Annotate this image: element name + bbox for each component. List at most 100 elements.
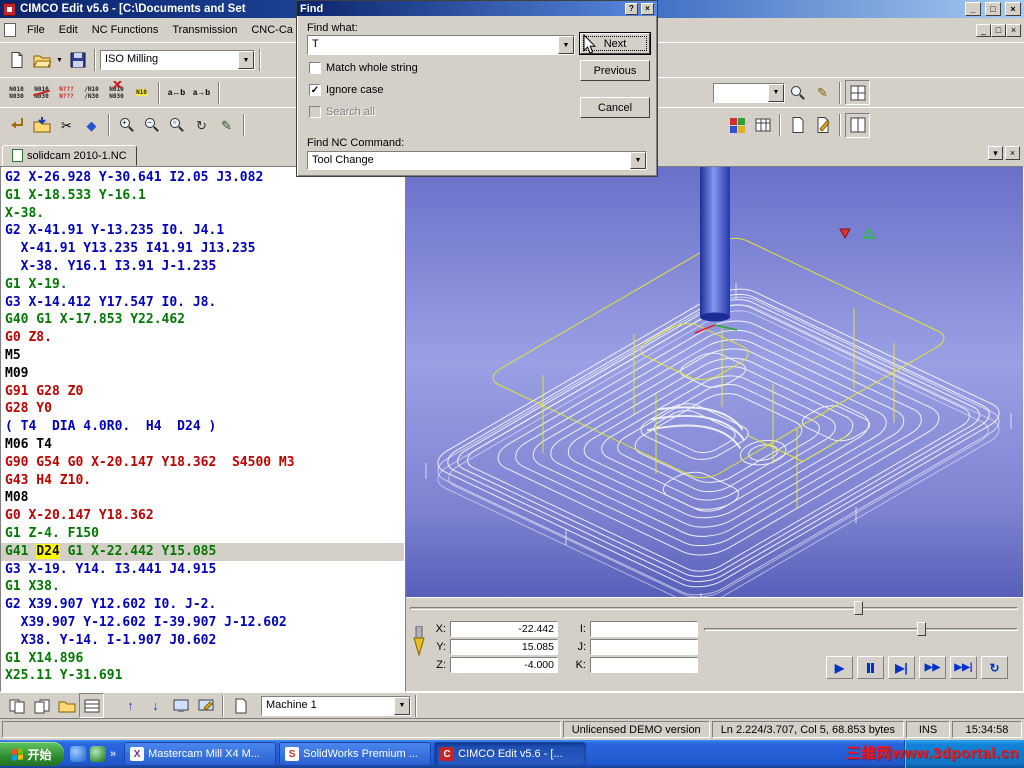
open-recent-dropdown[interactable]: ▼	[54, 48, 65, 73]
chevron-down-icon[interactable]: ▼	[394, 697, 410, 715]
chevron-down-icon[interactable]: ▼	[238, 51, 254, 69]
k-coordinate-field[interactable]	[590, 657, 698, 673]
taskbar-task-cimco[interactable]: CCIMCO Edit v5.6 - [...	[434, 742, 586, 766]
dialog-close-button[interactable]: ×	[641, 3, 654, 15]
quick-launch-icon[interactable]	[70, 746, 86, 762]
find-button[interactable]	[785, 80, 810, 105]
menu-file[interactable]: File	[20, 20, 52, 40]
zoom-window-button[interactable]: ▫	[164, 113, 189, 138]
quick-find-combobox[interactable]: ▼	[713, 83, 785, 103]
split-view-button[interactable]	[845, 113, 870, 138]
menu-transmission[interactable]: Transmission	[165, 20, 244, 40]
chevron-down-icon[interactable]: ▼	[558, 36, 574, 54]
block-number-button[interactable]: N010N030	[29, 80, 54, 105]
z-coordinate-field[interactable]: -4.000	[450, 657, 558, 673]
progress-slider[interactable]	[410, 601, 1018, 615]
code-line[interactable]: G2 X39.907 Y12.602 I0. J-2.	[1, 596, 404, 614]
step-button[interactable]: ▶|	[888, 656, 915, 679]
file-type-select[interactable]: ISO Milling ▼	[100, 50, 255, 70]
play-button[interactable]: ▶	[826, 656, 853, 679]
code-area[interactable]: G2 X-26.928 Y-30.641 I2.05 J3.082G1 X-18…	[0, 166, 405, 692]
checkbox-check-icon[interactable]: ✓	[309, 84, 321, 96]
chevron-expand-icon[interactable]: »	[110, 748, 116, 760]
send-button[interactable]: ↑	[118, 693, 143, 718]
cut-button[interactable]: ✂	[54, 113, 79, 138]
save-button[interactable]	[65, 48, 90, 73]
code-line[interactable]: G0 Z8.	[1, 329, 404, 347]
code-line[interactable]: X38. Y-14. I-1.907 J0.602	[1, 632, 404, 650]
dnc-monitor-button[interactable]	[168, 693, 193, 718]
match-whole-string-checkbox[interactable]: Match whole string	[309, 62, 418, 74]
taskbar-task-solidworks[interactable]: SSolidWorks Premium ...	[279, 742, 431, 766]
x-coordinate-field[interactable]: -22.442	[450, 621, 558, 637]
goto-line-button[interactable]	[4, 113, 29, 138]
checkbox-box[interactable]	[309, 62, 321, 74]
fast-forward-button[interactable]: ▶▶	[919, 656, 946, 679]
speed-slider-thumb[interactable]	[917, 622, 926, 636]
find-dialog-titlebar[interactable]: Find ? ×	[297, 1, 657, 16]
next-button[interactable]: Next	[580, 33, 650, 54]
backplot-button[interactable]	[725, 113, 750, 138]
pane-menu-button[interactable]: ▾	[988, 146, 1003, 160]
pane-close-button[interactable]: ×	[1005, 146, 1020, 160]
open-file-button[interactable]	[29, 48, 54, 73]
code-line[interactable]: G2 X-41.91 Y-13.235 I0. J4.1	[1, 222, 404, 240]
menu-edit[interactable]: Edit	[52, 20, 85, 40]
code-line[interactable]: G1 X-18.533 Y-16.1	[1, 187, 404, 205]
cancel-button[interactable]: Cancel	[580, 97, 650, 118]
menu-nc-functions[interactable]: NC Functions	[85, 20, 166, 40]
close-button[interactable]: ×	[1005, 2, 1021, 16]
j-coordinate-field[interactable]	[590, 639, 698, 655]
code-line[interactable]: M5	[1, 347, 404, 365]
code-line[interactable]: G43 H4 Z10.	[1, 472, 404, 490]
find-what-combobox[interactable]: T ▼	[307, 35, 575, 55]
code-line[interactable]: X-38.	[1, 205, 404, 223]
mark-text-button[interactable]: ✎	[810, 80, 835, 105]
zoom-out-button[interactable]: −	[139, 113, 164, 138]
chevron-down-icon[interactable]: ▼	[630, 152, 646, 169]
taskbar-task-mastercam[interactable]: XMastercam Mill X4 M...	[124, 742, 276, 766]
block-number-button[interactable]: /N10/N30	[79, 80, 104, 105]
prev-window-button[interactable]	[4, 693, 29, 718]
code-line[interactable]: ( T4 DIA 4.0R0. H4 D24 )	[1, 418, 404, 436]
next-window-button[interactable]	[29, 693, 54, 718]
maximize-button[interactable]: □	[985, 2, 1001, 16]
code-line[interactable]: M09	[1, 365, 404, 383]
minimize-button[interactable]: _	[965, 2, 981, 16]
new-file-button[interactable]	[4, 48, 29, 73]
compare-button[interactable]: ◆	[79, 113, 104, 138]
code-line[interactable]: G91 G28 Z0	[1, 383, 404, 401]
mdi-restore-button[interactable]: □	[991, 24, 1006, 37]
menu-cnc-calc[interactable]: CNC-Ca	[244, 20, 300, 40]
block-number-button[interactable]: N010N030	[4, 80, 29, 105]
machine-log-button[interactable]	[228, 693, 253, 718]
zoom-in-button[interactable]: +	[114, 113, 139, 138]
rotate-view-button[interactable]: ↻	[189, 113, 214, 138]
code-line[interactable]: X-41.91 Y13.235 I41.91 J13.235	[1, 240, 404, 258]
view-file-button[interactable]	[785, 113, 810, 138]
code-line[interactable]: G90 G54 G0 X-20.147 Y18.362 S4500 M3	[1, 454, 404, 472]
code-line[interactable]: G40 G1 X-17.853 Y22.462	[1, 311, 404, 329]
progress-slider-thumb[interactable]	[854, 601, 863, 615]
code-line[interactable]: G1 X38.	[1, 578, 404, 596]
code-line[interactable]: G41 D24 G1 X-22.442 Y15.085	[1, 543, 404, 561]
code-line[interactable]: G1 X14.896	[1, 650, 404, 668]
code-line[interactable]: M06 T4	[1, 436, 404, 454]
run-to-end-button[interactable]: ▶▶|	[950, 656, 977, 679]
machine-select[interactable]: Machine 1 ▼	[261, 696, 411, 716]
block-number-button[interactable]: N10	[129, 80, 154, 105]
code-line[interactable]: X-38. Y16.1 I3.91 J-1.235	[1, 258, 404, 276]
code-line[interactable]: X25.11 Y-31.691	[1, 667, 404, 685]
quick-launch-icon[interactable]	[90, 746, 106, 762]
y-coordinate-field[interactable]: 15.085	[450, 639, 558, 655]
nc-command-combobox[interactable]: Tool Change ▼	[307, 151, 647, 170]
block-number-button[interactable]: N???N???	[54, 80, 79, 105]
code-line[interactable]: G0 X-20.147 Y18.362	[1, 507, 404, 525]
edit-file-button[interactable]	[810, 113, 835, 138]
measure-button[interactable]: ✎	[214, 113, 239, 138]
backplot-canvas[interactable]	[406, 167, 1024, 599]
code-line[interactable]: M08	[1, 489, 404, 507]
insert-spaces-button[interactable]: a↔b	[164, 80, 189, 105]
ignore-case-checkbox[interactable]: ✓ Ignore case	[309, 84, 383, 96]
loop-button[interactable]: ↻	[981, 656, 1008, 679]
